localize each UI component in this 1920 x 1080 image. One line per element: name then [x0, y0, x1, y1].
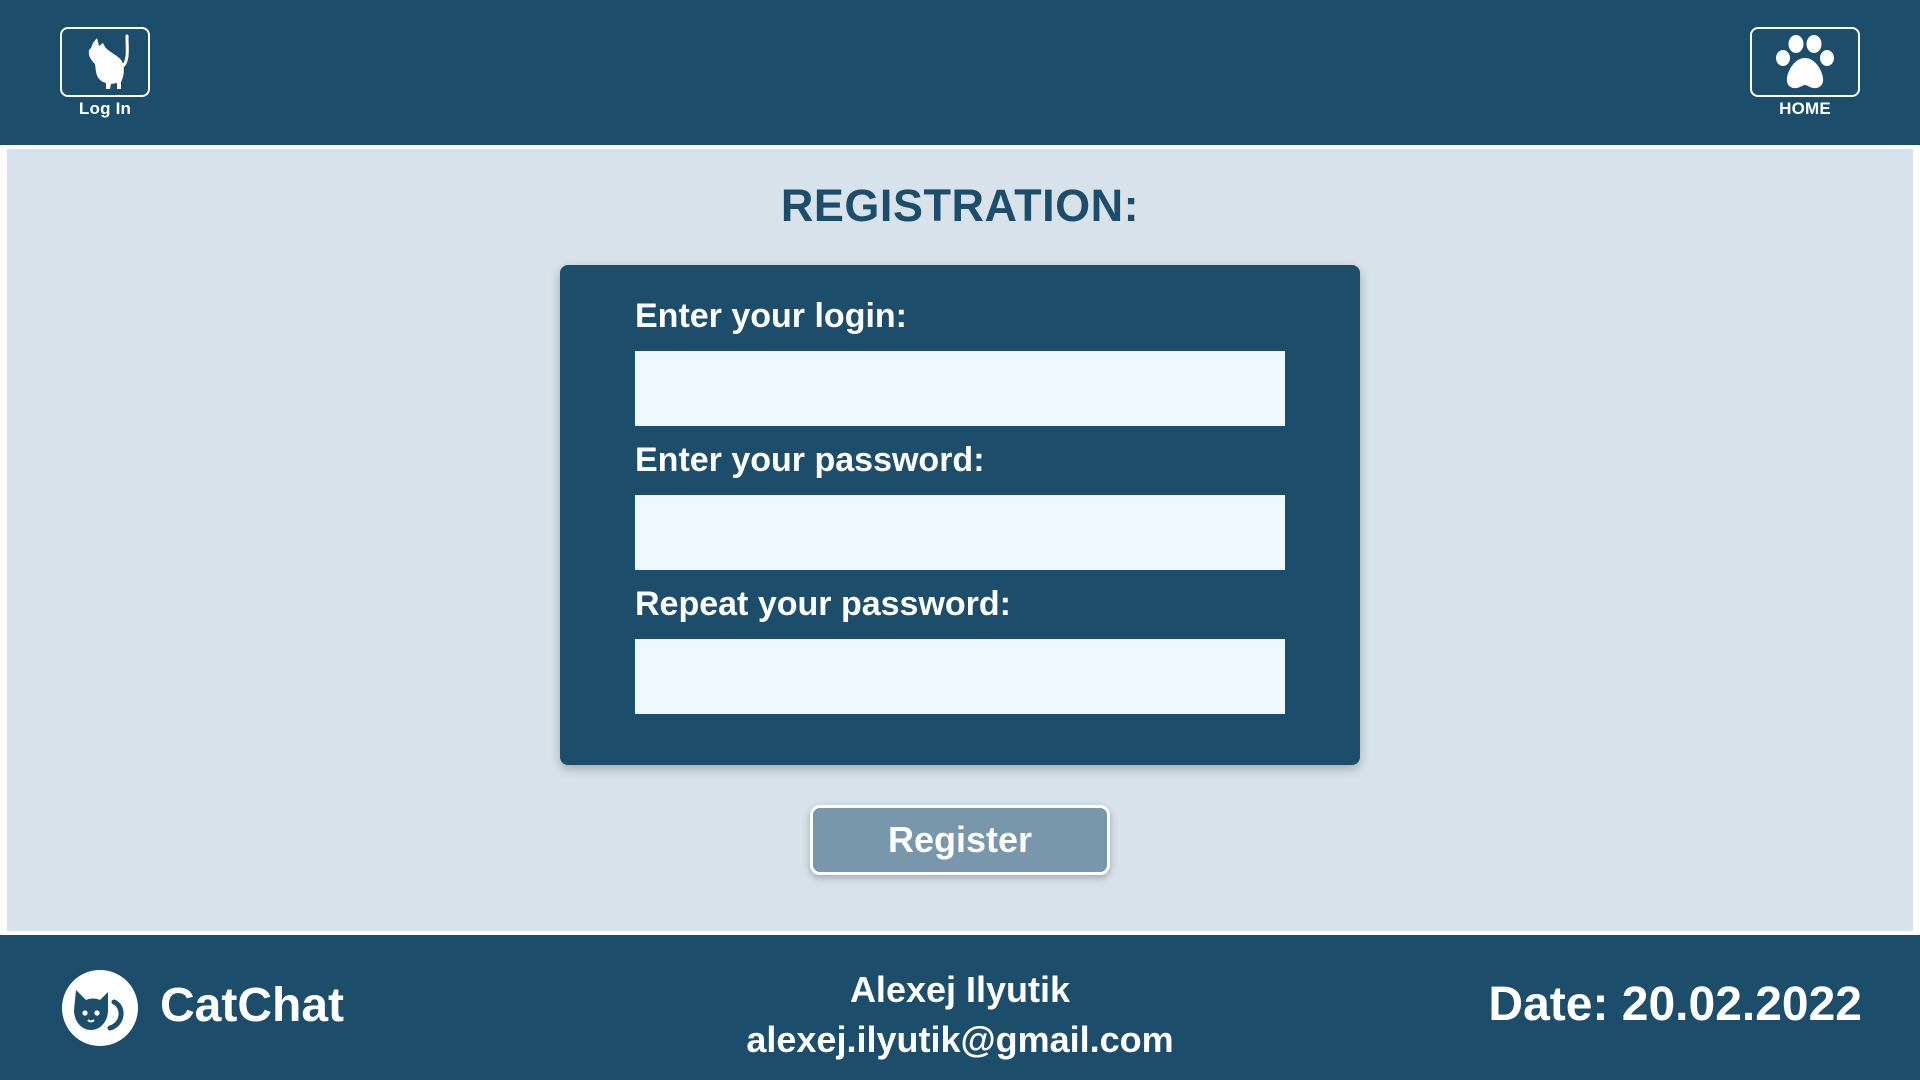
login-nav-button[interactable]: Log In [60, 27, 150, 119]
footer: CatChat Alexej Ilyutik alexej.ilyutik@gm… [0, 935, 1920, 1080]
home-button-frame[interactable] [1750, 27, 1860, 97]
cat-face-logo-icon [74, 990, 124, 1031]
password-input[interactable] [635, 495, 1285, 570]
login-button-frame[interactable] [60, 27, 150, 97]
registration-form: Enter your login: Enter your password: R… [560, 265, 1360, 765]
login-field-label: Enter your login: [635, 297, 907, 335]
author-name: Alexej Ilyutik [849, 969, 1071, 1010]
registration-page: Log In HOME REGISTRATION: Enter your log… [0, 0, 1920, 1080]
login-label: Log In [78, 99, 132, 118]
author-info: Alexej Ilyutik alexej.ilyutik@gmail.com [660, 965, 1260, 1065]
home-label: HOME [1779, 99, 1831, 118]
repeat-password-input[interactable] [635, 639, 1285, 714]
repeat-password-field-label: Repeat your password: [635, 585, 1011, 623]
login-input[interactable] [635, 351, 1285, 426]
password-field-label: Enter your password: [635, 441, 985, 479]
catchat-logo [62, 970, 138, 1046]
register-button[interactable]: Register [810, 805, 1110, 875]
author-email: alexej.ilyutik@gmail.com [746, 1019, 1174, 1060]
page-title: REGISTRATION: [780, 180, 1140, 231]
footer-date: Date: 20.02.2022 [1488, 978, 1862, 1031]
brand-name: CatChat [160, 979, 345, 1032]
home-nav-button[interactable]: HOME [1750, 27, 1860, 119]
top-bar: Log In HOME [0, 0, 1920, 145]
cat-icon [88, 34, 129, 89]
paw-icon [1776, 35, 1834, 89]
